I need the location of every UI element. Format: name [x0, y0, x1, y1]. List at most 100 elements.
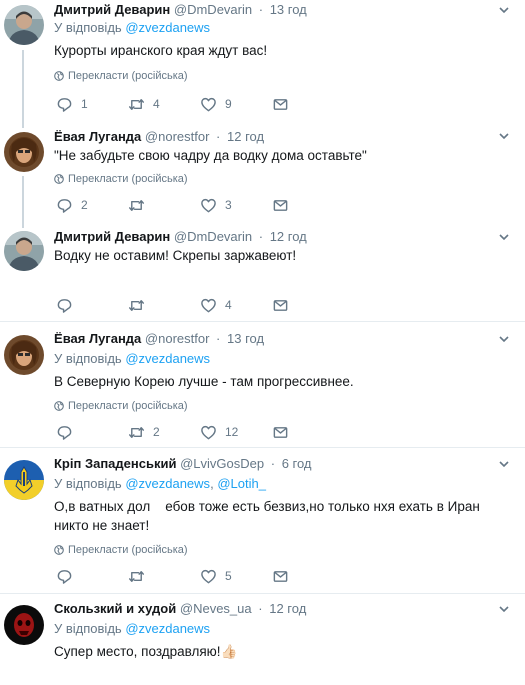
tweet-actions: 5	[54, 567, 354, 585]
avatar-image	[4, 460, 44, 500]
tweet[interactable]: Ёвая Луганда @norestfor · 12 год "Не заб…	[0, 121, 525, 223]
tweet[interactable]: Дмитрий Деварин @DmDevarin · 12 год Водк…	[0, 224, 525, 320]
like-button[interactable]: 4	[200, 296, 232, 314]
tweet-actions: 2 12	[54, 423, 354, 441]
chevron-down-icon[interactable]	[497, 3, 511, 17]
reply-icon	[57, 425, 72, 440]
tweet[interactable]: Скользкий и худой @Neves_ua · 12 год У в…	[0, 593, 525, 685]
tweet[interactable]: Кріп Западенський @LvivGosDep · 6 год У …	[0, 447, 525, 592]
avatar-image	[4, 132, 44, 172]
direct-message-button[interactable]	[272, 196, 289, 214]
chevron-down-icon[interactable]	[497, 332, 511, 346]
avatar[interactable]	[4, 605, 44, 645]
globe-icon	[54, 401, 64, 411]
avatar-image	[4, 605, 44, 645]
translate-link[interactable]: Перекласти (російська)	[54, 69, 497, 83]
author-name[interactable]: Ёвая Луганда	[54, 129, 141, 144]
tweet-time[interactable]: 6 год	[282, 456, 312, 471]
retweet-button[interactable]: 4	[128, 95, 160, 113]
tweet-text: Супер место, поздравляю!👍🏻	[54, 644, 238, 659]
like-button[interactable]: 9	[200, 95, 232, 113]
author-name[interactable]: Кріп Западенський	[54, 456, 176, 471]
direct-message-button[interactable]	[272, 567, 289, 585]
globe-icon	[54, 545, 64, 555]
translate-label: Перекласти (російська)	[68, 400, 188, 412]
separator-dot: ·	[270, 456, 276, 471]
direct-message-button[interactable]	[272, 95, 289, 113]
tweet[interactable]: Дмитрий Деварин @DmDevarin · 13 год У ві…	[0, 0, 525, 120]
chevron-down-icon[interactable]	[497, 602, 511, 616]
author-handle[interactable]: @norestfor	[145, 331, 210, 346]
author-handle[interactable]: @DmDevarin	[174, 2, 252, 17]
retweet-icon	[128, 98, 145, 110]
translate-link[interactable]: Перекласти (російська)	[54, 399, 497, 413]
reply-button[interactable]: 1	[56, 95, 88, 113]
retweet-icon	[128, 426, 145, 438]
reply-button[interactable]	[56, 296, 81, 314]
retweet-button[interactable]	[128, 196, 153, 214]
retweet-button[interactable]	[128, 567, 153, 585]
mention-link[interactable]: @zvezdanews	[125, 351, 210, 366]
tweet[interactable]: Ёвая Луганда @norestfor · 13 год У відпо…	[0, 321, 525, 446]
reply-button[interactable]: 2	[56, 196, 88, 214]
avatar[interactable]	[4, 231, 44, 271]
translate-link[interactable]: Перекласти (російська)	[54, 172, 497, 186]
heart-icon	[201, 198, 216, 212]
tweet-time[interactable]: 12 год	[270, 229, 307, 244]
retweet-button[interactable]	[128, 296, 153, 314]
envelope-icon	[273, 199, 288, 211]
reply-button[interactable]	[56, 423, 81, 441]
chevron-down-icon[interactable]	[497, 230, 511, 244]
author-name[interactable]: Ёвая Луганда	[54, 331, 141, 346]
avatar[interactable]	[4, 460, 44, 500]
mention-link[interactable]: @Lotih_	[217, 476, 266, 491]
reply-button[interactable]	[56, 567, 81, 585]
avatar[interactable]	[4, 5, 44, 45]
heart-icon	[201, 97, 216, 111]
author-handle[interactable]: @Neves_ua	[180, 601, 252, 616]
author-handle[interactable]: @LvivGosDep	[180, 456, 264, 471]
like-button[interactable]: 5	[200, 567, 232, 585]
reply-separator: ,	[210, 476, 214, 491]
separator-dot: ·	[258, 2, 264, 17]
reply-icon	[57, 298, 72, 313]
globe-icon	[54, 71, 64, 81]
like-button[interactable]: 3	[200, 196, 232, 214]
translate-label: Перекласти (російська)	[68, 544, 188, 556]
tweet-time[interactable]: 13 год	[227, 331, 264, 346]
reply-prefix: У відповідь	[54, 476, 122, 491]
tweet-time[interactable]: 13 год	[270, 2, 307, 17]
separator-dot: ·	[216, 129, 221, 144]
translate-link[interactable]: Перекласти (російська)	[54, 543, 497, 557]
author-name[interactable]: Дмитрий Деварин	[54, 2, 170, 17]
reply-to: У відповідь @zvezdanews	[54, 350, 497, 368]
author-handle[interactable]: @norestfor	[145, 129, 210, 144]
separator-dot: ·	[258, 601, 263, 616]
like-count: 4	[225, 298, 232, 312]
chevron-down-icon[interactable]	[497, 457, 511, 471]
reply-to: У відповідь @zvezdanews	[54, 620, 497, 638]
chevron-down-icon[interactable]	[497, 129, 511, 143]
mention-link[interactable]: @zvezdanews	[125, 20, 210, 35]
envelope-icon	[273, 98, 288, 110]
avatar[interactable]	[4, 132, 44, 172]
mention-link[interactable]: @zvezdanews	[125, 476, 210, 491]
author-name[interactable]: Скользкий и худой	[54, 601, 176, 616]
tweet-text: О,в ватных дол ебов тоже есть безвиз,но …	[54, 499, 484, 533]
avatar[interactable]	[4, 335, 44, 375]
author-handle[interactable]: @DmDevarin	[174, 229, 252, 244]
reply-prefix: У відповідь	[54, 351, 122, 366]
author-name[interactable]: Дмитрий Деварин	[54, 229, 170, 244]
direct-message-button[interactable]	[272, 296, 289, 314]
direct-message-button[interactable]	[272, 423, 289, 441]
reply-prefix: У відповідь	[54, 20, 122, 35]
retweet-icon	[128, 199, 145, 211]
tweet-time[interactable]: 12 год	[269, 601, 306, 616]
reply-icon	[57, 97, 72, 112]
tweet-text: "Не забудьте свою чадру да водку дома ос…	[54, 148, 367, 163]
retweet-button[interactable]: 2	[128, 423, 160, 441]
mention-link[interactable]: @zvezdanews	[125, 621, 210, 636]
tweet-time[interactable]: 12 год	[227, 129, 264, 144]
like-button[interactable]: 12	[200, 423, 238, 441]
separator-dot: ·	[258, 229, 264, 244]
